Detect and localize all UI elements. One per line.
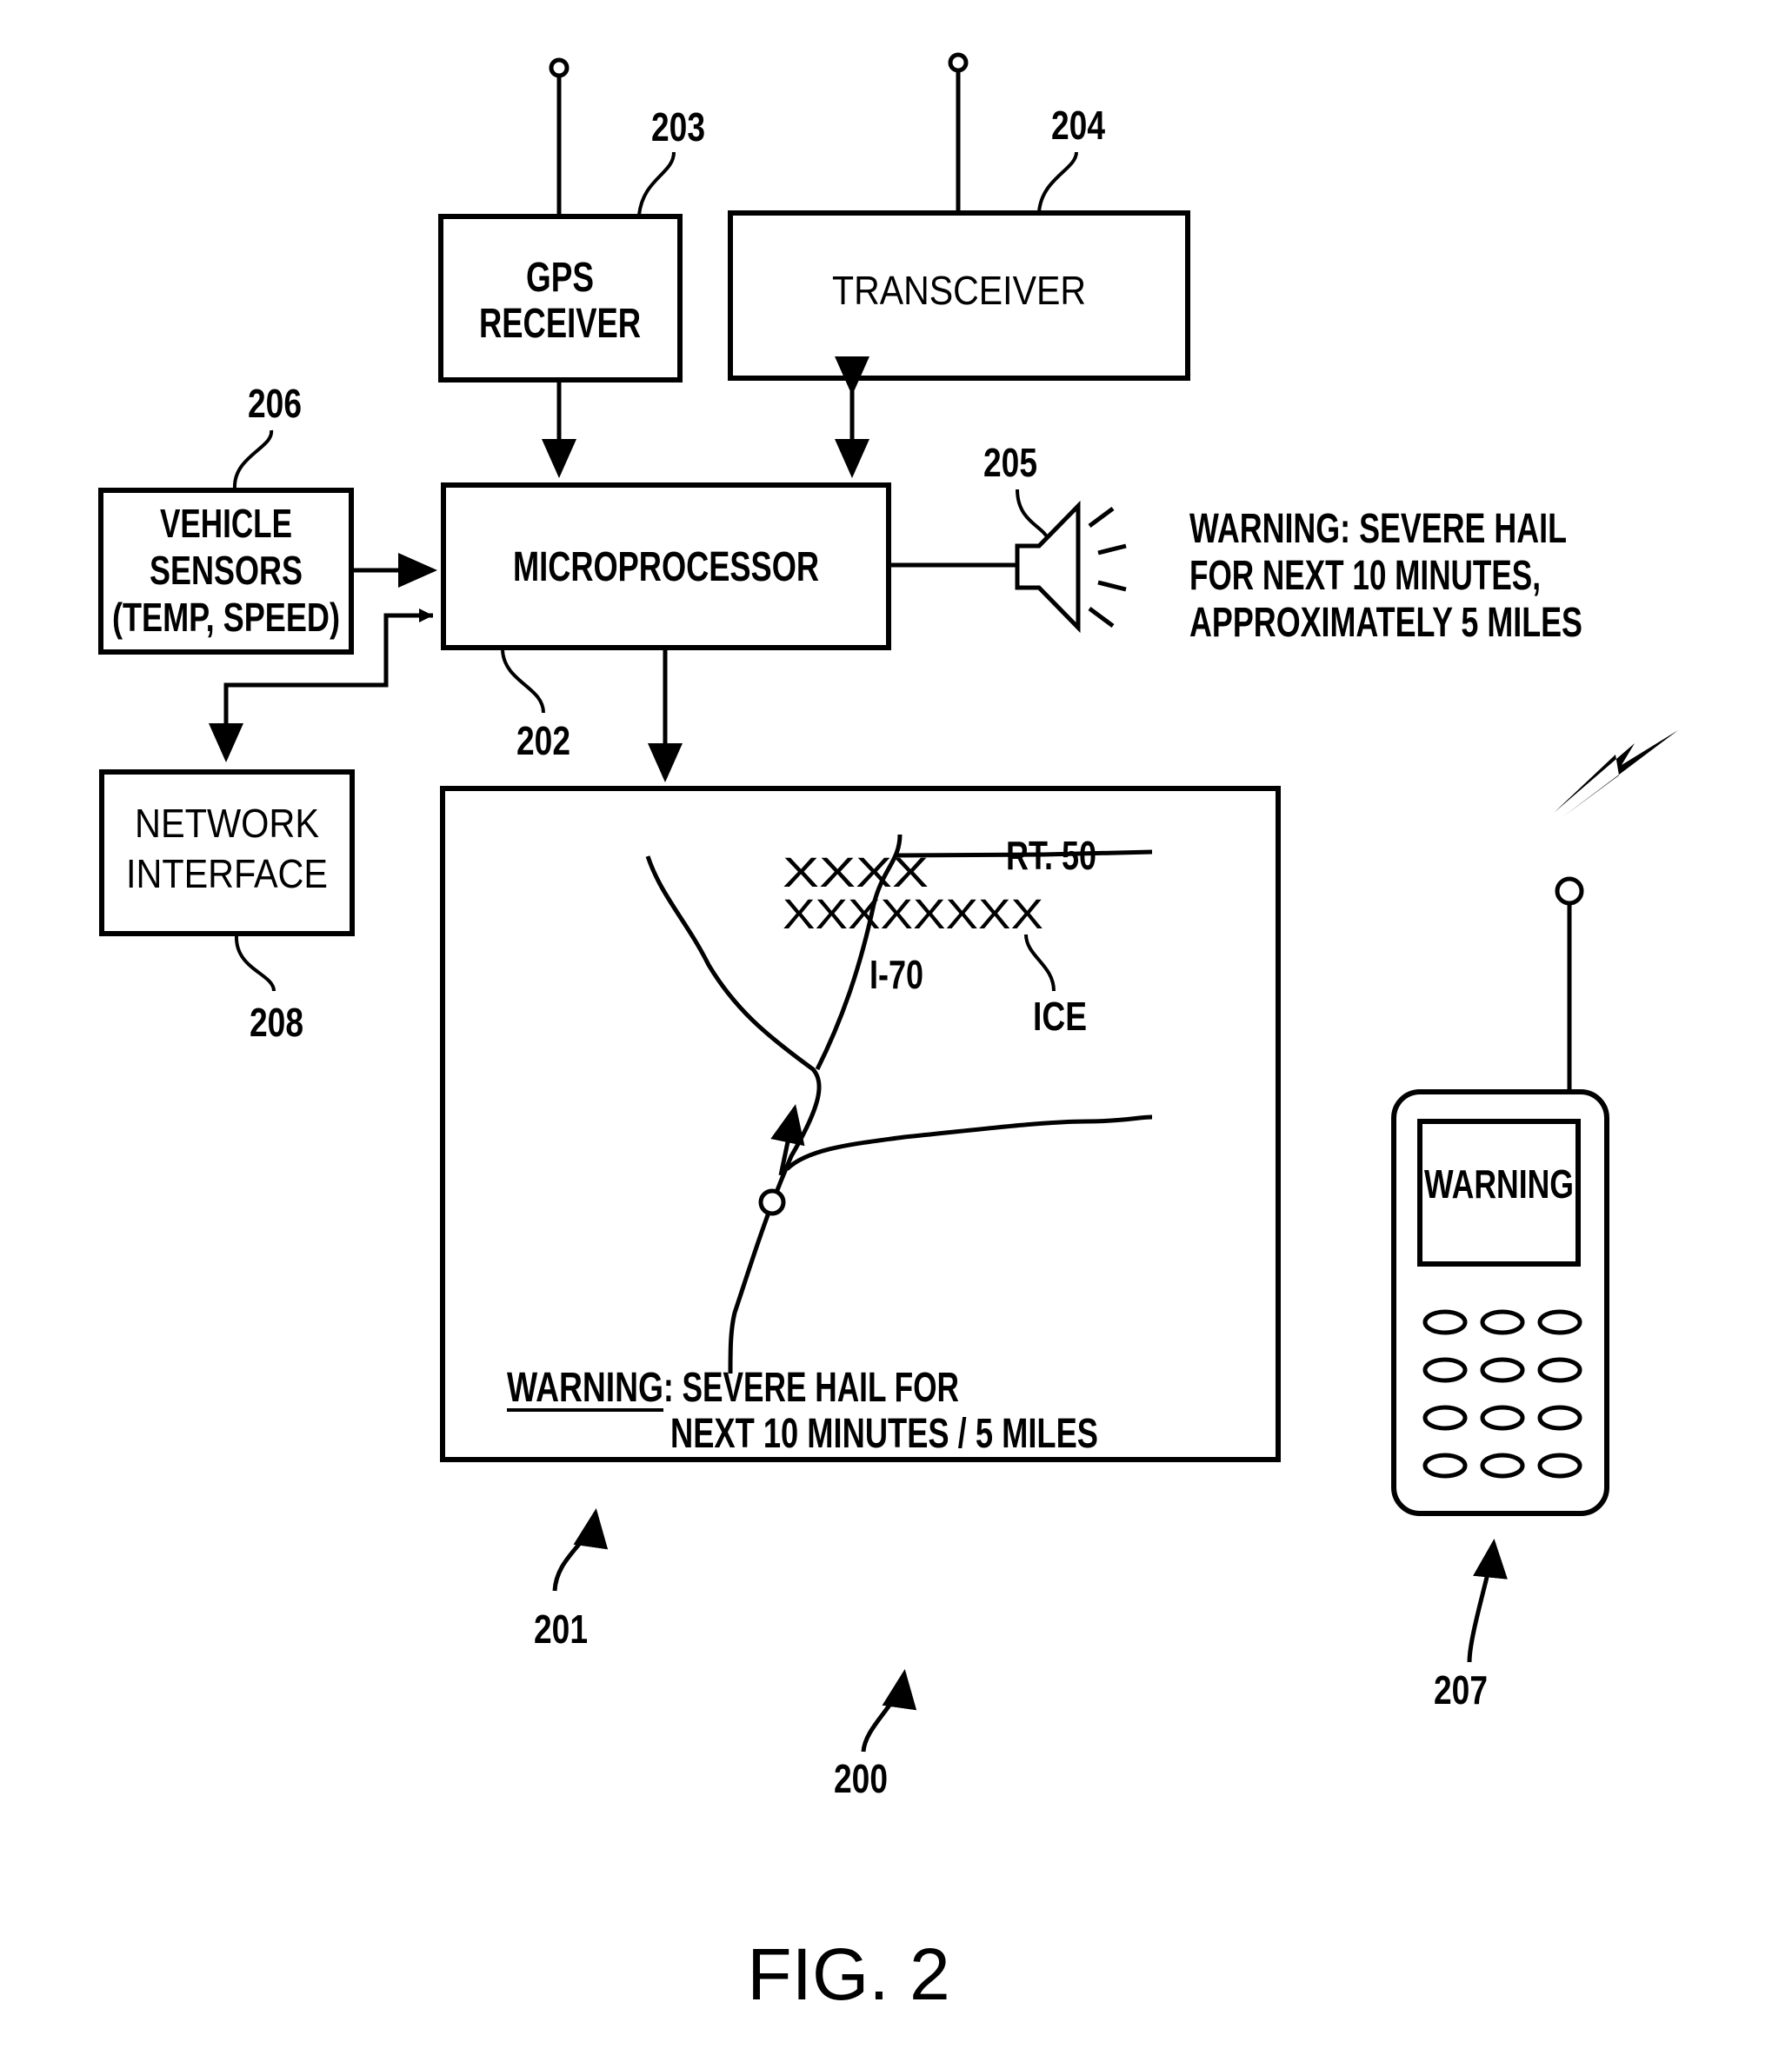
phone-key (1480, 1357, 1525, 1383)
phone-key (1537, 1357, 1582, 1383)
map-label-i70: I-70 (869, 952, 923, 997)
microprocessor-ref-leader (501, 649, 545, 714)
microprocessor-ref-number: 202 (516, 718, 570, 763)
gps-antenna-tip-icon (549, 57, 570, 78)
phone-key (1480, 1405, 1525, 1431)
gps-ref-number: 203 (651, 104, 705, 150)
transceiver-antenna-tip-icon (948, 52, 969, 73)
vehicle-position-icon (758, 1188, 786, 1216)
phone-key (1537, 1453, 1582, 1479)
network-interface-line2: INTERFACE (126, 851, 328, 896)
phone-ref-arrow (1467, 1539, 1508, 1663)
vehicle-sensors-ref-leader (232, 429, 274, 489)
speaker-ref-number: 205 (983, 440, 1037, 485)
display-ref-arrow (552, 1508, 609, 1592)
transceiver-block: TRANSCEIVER 204 (728, 52, 1190, 381)
sound-wave-icon (1088, 606, 1115, 629)
gps-ref-leader (637, 151, 676, 216)
gps-receiver-block: GPS RECEIVER 203 (438, 57, 705, 382)
display-ref-number: 201 (534, 1606, 588, 1652)
display-warning-text-line1: : SEVERE HAIL FOR (663, 1365, 959, 1411)
gps-label-line1: GPS (526, 255, 594, 301)
vehicle-sensors-line3: (TEMP, SPEED) (112, 595, 340, 640)
audio-warning-line2: FOR NEXT 10 MINUTES, (1189, 553, 1541, 599)
phone-key (1480, 1453, 1525, 1479)
network-interface-line1: NETWORK (135, 801, 319, 846)
phone-ref-number: 207 (1434, 1667, 1488, 1713)
phone-key (1537, 1309, 1582, 1335)
vehicle-sensors-ref-number: 206 (248, 381, 302, 426)
display-warning-text-line2: NEXT 10 MINUTES / 5 MILES (670, 1411, 1098, 1457)
sound-wave-icon (1097, 543, 1127, 555)
audio-warning-line3: APPROXIMATELY 5 MILES (1189, 600, 1582, 646)
network-to-microprocessor-arrowhead-icon (419, 609, 433, 622)
display-block: XXXX XXXXXXXX RT. 50 I-70 ICE WARNING : … (440, 786, 1281, 1462)
ice-marks-row2: XXXXXXXX (783, 892, 1043, 938)
gps-label-line2: RECEIVER (479, 301, 641, 347)
sound-wave-icon (1088, 506, 1115, 529)
microprocessor-label: MICROPROCESSOR (513, 544, 819, 590)
patent-figure: GPS RECEIVER 203 TRANSCEIVER 204 MICROPR… (98, 52, 1678, 2015)
phone-antenna-tip-icon (1555, 876, 1584, 906)
network-interface-block: NETWORK INTERFACE 208 (99, 769, 355, 1045)
map-label-rt50: RT. 50 (1006, 833, 1096, 878)
system-ref-number: 200 (834, 1756, 888, 1801)
phone-key (1422, 1405, 1468, 1431)
transceiver-label: TRANSCEIVER (832, 268, 1086, 313)
speaker-block: 205 WARNING: SEVERE HAIL FOR NEXT 10 MIN… (889, 440, 1582, 646)
phone-key (1537, 1405, 1582, 1431)
audio-warning-line1: WARNING: SEVERE HAIL (1189, 506, 1567, 552)
speaker-icon (1015, 500, 1081, 634)
phone-key (1422, 1309, 1468, 1335)
transceiver-ref-leader (1037, 151, 1078, 213)
mobile-phone-block: WARNING (1391, 730, 1678, 1516)
figure-caption: FIG. 2 (747, 1933, 949, 2015)
system-ref-arrow (861, 1669, 917, 1753)
map-label-ice: ICE (1033, 994, 1087, 1039)
network-interface-ref-number: 208 (250, 1000, 303, 1045)
phone-key (1422, 1357, 1468, 1383)
phone-key (1480, 1309, 1525, 1335)
phone-key (1422, 1453, 1468, 1479)
wireless-signal-icon (1554, 730, 1678, 817)
phone-screen-warning: WARNING (1424, 1161, 1574, 1207)
display-warning-label: WARNING (507, 1365, 663, 1411)
transceiver-ref-number: 204 (1051, 103, 1105, 148)
vehicle-sensors-line2: SENSORS (150, 548, 303, 593)
speaker-ref-leader (1016, 489, 1049, 540)
sound-wave-icon (1097, 580, 1127, 592)
network-interface-ref-leader (234, 935, 276, 992)
vehicle-sensors-block: VEHICLE SENSORS (TEMP, SPEED) 206 (98, 381, 354, 655)
vehicle-sensors-line1: VEHICLE (160, 501, 292, 546)
ice-marks-row1: XXXX (783, 850, 929, 896)
